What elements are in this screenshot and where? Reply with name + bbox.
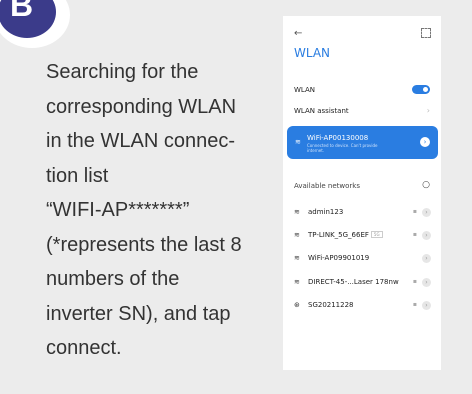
- phone-screenshot: ← WLAN WLAN WLAN assistant › ≋ WiFi-AP00…: [283, 16, 441, 370]
- instruction-line: inverter SN), and tap: [46, 302, 231, 325]
- scan-icon[interactable]: [421, 28, 431, 38]
- connected-network-name: WiFi-AP00130008: [307, 134, 369, 142]
- step-letter: B: [10, 0, 34, 23]
- instruction-line: (*represents the last 8: [46, 233, 242, 256]
- network-details-button[interactable]: ›: [420, 137, 430, 147]
- network-name: TP-LINK_5G_66EF 5G: [308, 231, 383, 239]
- lock-icon: ▪: [412, 231, 417, 238]
- network-details-button[interactable]: ›: [422, 208, 431, 217]
- lock-icon: ▪: [412, 278, 417, 285]
- network-name: admin123: [308, 208, 344, 216]
- wifi-link-icon: ⊛: [294, 301, 300, 309]
- connected-network[interactable]: ≋ WiFi-AP00130008 Connected to device. C…: [287, 126, 438, 159]
- instruction-line: connect.: [46, 337, 122, 359]
- wifi-icon: ≋: [295, 138, 301, 146]
- network-item[interactable]: ≋ WiFi-AP09901019 ›: [294, 253, 431, 265]
- chevron-right-icon: ›: [426, 106, 430, 115]
- wlan-toggle[interactable]: [412, 85, 430, 94]
- lock-icon: ▪: [412, 301, 417, 308]
- network-item[interactable]: ≋ admin123 ▪ ›: [294, 207, 431, 219]
- band-badge: 5G: [370, 231, 383, 238]
- network-item[interactable]: ≋ TP-LINK_5G_66EF 5G ▪ ›: [294, 230, 431, 242]
- network-details-button[interactable]: ›: [422, 231, 431, 240]
- wifi-icon: ≋: [294, 231, 300, 239]
- wlan-toggle-label: WLAN: [294, 86, 316, 94]
- wifi-icon: ≋: [294, 208, 300, 216]
- network-item[interactable]: ⊛ SG20211228 ▪ ›: [294, 300, 431, 312]
- instruction-line: tion list: [46, 164, 109, 187]
- instruction-line: “WIFI-AP*******”: [46, 199, 190, 221]
- wifi-icon: ≋: [294, 278, 300, 286]
- network-name: SG20211228: [308, 301, 354, 309]
- refresh-icon[interactable]: ○: [422, 180, 430, 190]
- instruction-line: numbers of the: [46, 268, 180, 290]
- connected-network-status: Connected to device. Can't provide inter…: [307, 143, 378, 153]
- network-details-button[interactable]: ›: [422, 278, 431, 287]
- instruction-card: B Searching for the corresponding WLAN i…: [0, 0, 472, 394]
- instruction-line: Searching for the: [46, 61, 199, 83]
- lock-icon: ▪: [412, 208, 417, 215]
- network-details-button[interactable]: ›: [422, 254, 431, 263]
- network-details-button[interactable]: ›: [422, 301, 431, 310]
- network-name: DIRECT-45-...Laser 178nw: [308, 278, 399, 286]
- instruction-text: Searching for the corresponding WLAN in …: [46, 55, 276, 366]
- back-arrow-icon[interactable]: ←: [294, 28, 302, 39]
- available-networks-label: Available networks: [294, 182, 360, 190]
- network-item[interactable]: ≋ DIRECT-45-...Laser 178nw ▪ ›: [294, 277, 431, 289]
- instruction-line: corresponding WLAN: [46, 95, 237, 118]
- network-name: WiFi-AP09901019: [308, 254, 370, 262]
- wlan-assistant-item[interactable]: WLAN assistant: [294, 107, 349, 115]
- instruction-line: in the WLAN connec-: [46, 130, 235, 152]
- wifi-icon: ≋: [294, 254, 300, 262]
- page-title: WLAN: [294, 46, 331, 60]
